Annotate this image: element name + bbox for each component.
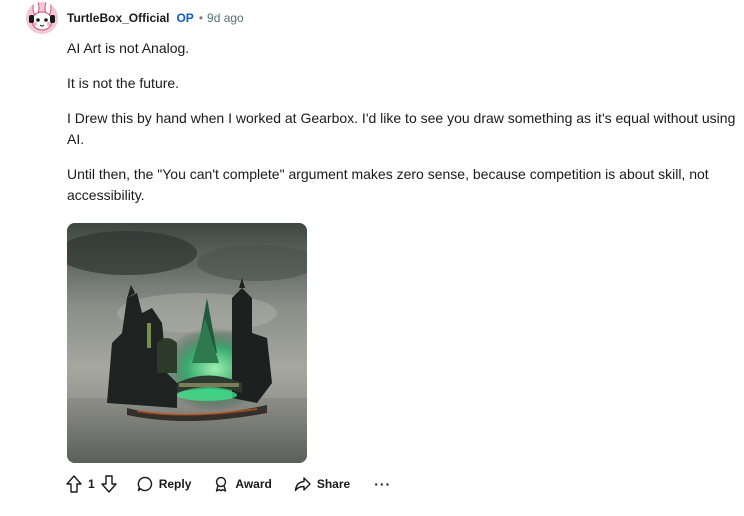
award-button[interactable]: Award [209,471,275,497]
comment-actions: 1 Reply Award Share ··· [64,471,395,497]
speech-bubble-icon [137,476,153,492]
reply-label: Reply [158,477,192,491]
upvote-arrow-icon[interactable] [64,472,84,496]
fantasy-ruins-artwork-image [67,223,307,463]
award-ribbon-icon [213,476,229,492]
share-label: Share [316,477,351,491]
vote-group: 1 [64,472,119,496]
op-badge: OP [176,11,194,25]
comment-image[interactable] [67,223,307,463]
comment-paragraph: It is not the future. [67,75,180,91]
vote-count: 1 [88,477,95,491]
timestamp[interactable]: 9d ago [207,11,244,25]
share-arrow-icon [294,476,311,492]
share-button[interactable]: Share [290,471,354,497]
username[interactable]: TurtleBox_Official [67,11,169,25]
separator-dot: • [198,11,204,25]
comment-body: AI Art is not Analog. It is not the futu… [67,38,739,220]
downvote-arrow-icon[interactable] [99,472,119,496]
comment-header: TurtleBox_Official OP • 9d ago [67,9,244,27]
comment-paragraph: Until then, the "You can't complete" arg… [67,166,709,203]
reply-button[interactable]: Reply [133,471,196,497]
comment-paragraph: AI Art is not Analog. [67,40,190,56]
award-label: Award [235,477,272,491]
more-options-button[interactable]: ··· [370,471,395,497]
comment: TurtleBox_Official OP • 9d ago AI Art is… [0,0,744,516]
avatar-bunny-icon [26,2,58,34]
avatar[interactable] [26,2,58,34]
comment-paragraph: I Drew this by hand when I worked at Gea… [67,110,736,147]
